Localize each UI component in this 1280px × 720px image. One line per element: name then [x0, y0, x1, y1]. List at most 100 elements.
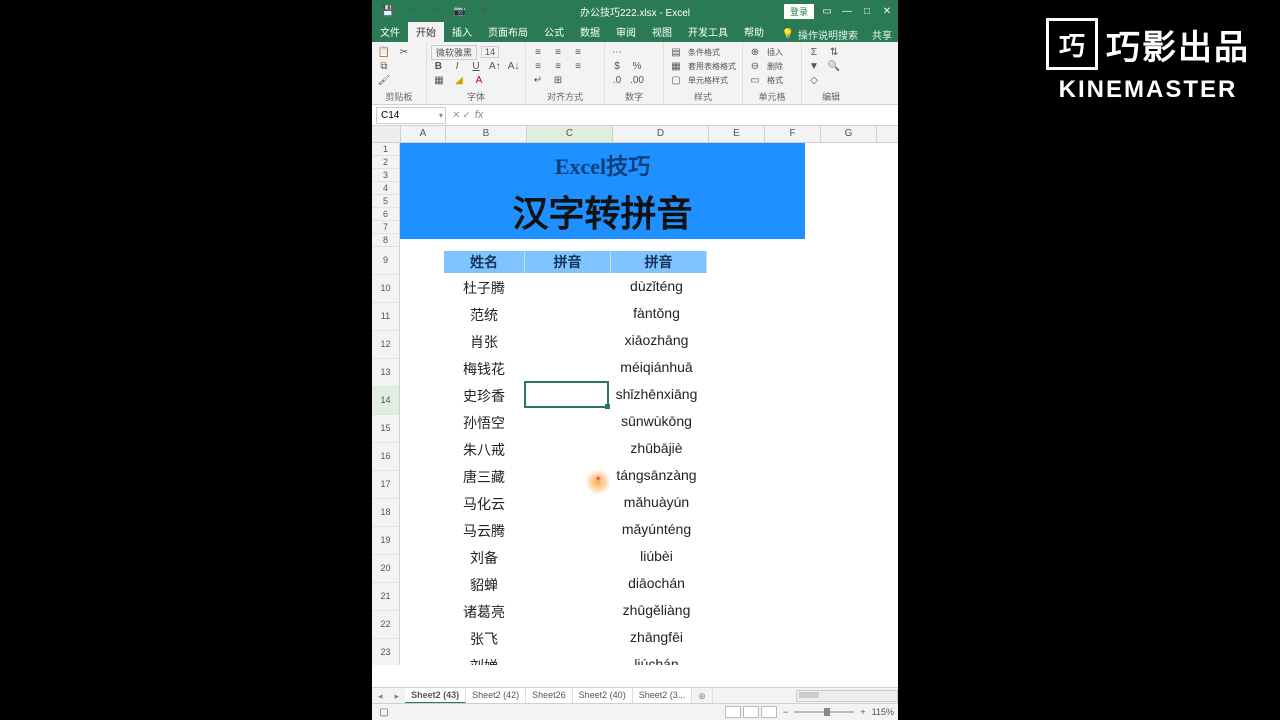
save-icon[interactable]: 💾 [380, 3, 396, 19]
cell-name[interactable]: 诸葛亮 [444, 602, 524, 622]
cell-name[interactable]: 唐三藏 [444, 467, 524, 487]
merge-icon[interactable]: ⊞ [550, 73, 566, 89]
cell-name[interactable]: 朱八戒 [444, 440, 524, 460]
tab-审阅[interactable]: 审阅 [608, 21, 644, 42]
col-header-F[interactable]: F [765, 126, 821, 142]
cell-pinyin[interactable]: mǎyúnténg [609, 521, 704, 537]
align-right-icon[interactable]: ≡ [570, 58, 586, 74]
row-header[interactable]: 5 [372, 195, 400, 208]
tell-me[interactable]: 操作说明搜索 [798, 27, 858, 42]
worksheet-grid[interactable]: 123456789101112131415161718192021222324 … [372, 143, 898, 665]
cell-pinyin[interactable]: diāochán [609, 575, 704, 591]
decimal-dec-icon[interactable]: .00 [629, 73, 645, 89]
minimize-icon[interactable]: — [840, 6, 854, 17]
col-header-A[interactable]: A [401, 126, 446, 142]
camera-icon[interactable]: 📷 [452, 3, 468, 19]
tab-开发工具[interactable]: 开发工具 [680, 21, 736, 42]
format-icon[interactable]: ▭ [747, 73, 763, 89]
zoom-level[interactable]: 115% [872, 707, 894, 717]
cell-name[interactable]: 杜子腾 [444, 278, 524, 298]
row-header[interactable]: 10 [372, 275, 400, 303]
format-painter-icon[interactable]: 🖌 [376, 73, 392, 89]
qat-more-icon[interactable]: ▾ [476, 3, 492, 19]
cell-pinyin[interactable]: dùzǐténg [609, 278, 704, 294]
tab-文件[interactable]: 文件 [372, 21, 408, 42]
find-icon[interactable]: 🔍 [826, 58, 842, 74]
font-shrink-icon[interactable]: A↓ [506, 58, 521, 74]
fx-icon[interactable]: fx [475, 109, 484, 121]
undo-icon[interactable]: ↶ [404, 3, 420, 19]
cell-name[interactable]: 史珍香 [444, 386, 524, 406]
decimal-inc-icon[interactable]: .0 [609, 73, 625, 89]
row-header[interactable]: 11 [372, 303, 400, 331]
row-header[interactable]: 2 [372, 156, 400, 169]
cell-pinyin[interactable]: tángsānzàng [609, 467, 704, 483]
row-header[interactable]: 7 [372, 221, 400, 234]
close-icon[interactable]: ✕ [880, 6, 894, 17]
formula-input[interactable] [487, 108, 898, 123]
cell-pinyin[interactable]: mǎhuàyún [609, 494, 704, 510]
sheet-tab[interactable]: Sheet2 (40) [573, 688, 633, 704]
tab-帮助[interactable]: 帮助 [736, 21, 772, 42]
cell-pinyin[interactable]: shǐzhēnxiāng [609, 386, 704, 402]
cell-name[interactable]: 肖张 [444, 332, 524, 352]
tab-数据[interactable]: 数据 [572, 21, 608, 42]
cell-name[interactable]: 马化云 [444, 494, 524, 514]
zoom-out-icon[interactable]: − [783, 707, 788, 717]
font-size[interactable]: 14 [481, 46, 499, 58]
cut-icon[interactable]: ✂ [396, 44, 412, 60]
row-header[interactable]: 20 [372, 555, 400, 583]
cell-pinyin[interactable]: xiāozhāng [609, 332, 704, 348]
maximize-icon[interactable]: □ [860, 6, 874, 17]
col-header-C[interactable]: C [527, 126, 613, 142]
sheet-tab[interactable]: Sheet2 (43) [405, 688, 466, 704]
row-header[interactable]: 3 [372, 169, 400, 182]
page-layout-view-icon[interactable] [743, 706, 759, 718]
sheet-tab[interactable]: Sheet2 (3... [633, 688, 693, 704]
row-header[interactable]: 18 [372, 499, 400, 527]
row-header[interactable]: 17 [372, 471, 400, 499]
row-header[interactable]: 12 [372, 331, 400, 359]
selected-cell[interactable] [524, 381, 609, 408]
cell-pinyin[interactable]: liúchán [609, 656, 704, 665]
col-header-D[interactable]: D [613, 126, 709, 142]
login-button[interactable]: 登录 [784, 4, 814, 19]
row-header[interactable]: 21 [372, 583, 400, 611]
tab-开始[interactable]: 开始 [408, 21, 444, 42]
tab-视图[interactable]: 视图 [644, 21, 680, 42]
cell-pinyin[interactable]: liúbèi [609, 548, 704, 564]
row-header[interactable]: 1 [372, 143, 400, 156]
record-macro-icon[interactable]: ▢ [376, 704, 392, 720]
zoom-in-icon[interactable]: + [860, 707, 865, 717]
ribbon-opts-icon[interactable]: ▭ [820, 6, 834, 17]
row-header[interactable]: 22 [372, 611, 400, 639]
border-icon[interactable]: ▦ [431, 73, 447, 89]
col-header-B[interactable]: B [446, 126, 527, 142]
select-all-corner[interactable] [372, 126, 401, 142]
cell-name[interactable]: 梅钱花 [444, 359, 524, 379]
row-header[interactable]: 15 [372, 415, 400, 443]
cell-name[interactable]: 范统 [444, 305, 524, 325]
row-header[interactable]: 14 [372, 387, 400, 415]
tab-公式[interactable]: 公式 [536, 21, 572, 42]
enter-fx-icon[interactable]: ✓ [462, 110, 470, 121]
cell-name[interactable]: 貂蝉 [444, 575, 524, 595]
font-grow-icon[interactable]: A↑ [487, 58, 502, 74]
cell-name[interactable]: 刘婵 [444, 656, 524, 665]
row-header[interactable]: 6 [372, 208, 400, 221]
sheet-tab[interactable]: Sheet26 [526, 688, 573, 704]
row-header[interactable]: 9 [372, 247, 400, 275]
cell-pinyin[interactable]: zhāngfēi [609, 629, 704, 645]
font-name[interactable]: 微软雅黑 [431, 45, 477, 60]
share-button[interactable]: 共享 [872, 27, 892, 42]
cancel-fx-icon[interactable]: ✕ [452, 110, 460, 121]
cell-pinyin[interactable]: méiqiánhuā [609, 359, 704, 375]
clear-icon[interactable]: ◇ [806, 73, 822, 89]
row-header[interactable]: 23 [372, 639, 400, 665]
wrap-icon[interactable]: ↵ [530, 73, 546, 89]
tab-插入[interactable]: 插入 [444, 21, 480, 42]
h-scrollbar[interactable] [796, 690, 898, 702]
fill-color-icon[interactable]: ◢ [451, 73, 467, 89]
row-header[interactable]: 8 [372, 234, 400, 247]
cell-pinyin[interactable]: sūnwùkōng [609, 413, 704, 429]
